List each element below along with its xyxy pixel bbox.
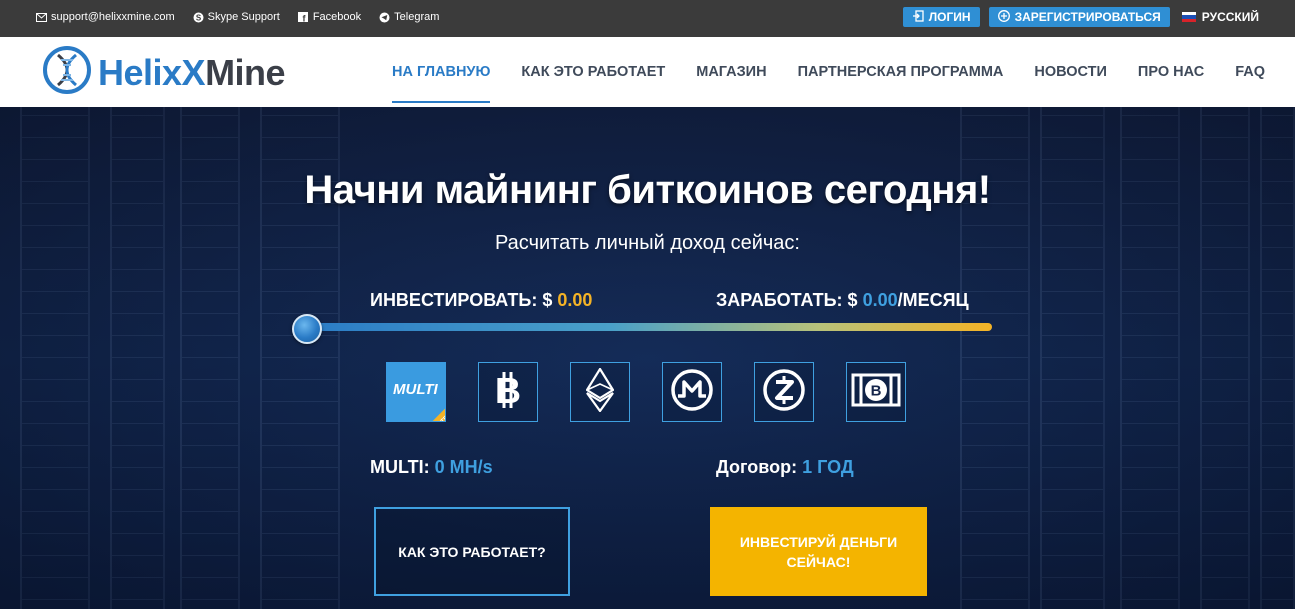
login-icon (912, 9, 924, 25)
investment-slider-track[interactable] (300, 323, 992, 331)
invest-now-button[interactable]: ИНВЕСТИРУЙ ДЕНЬГИ СЕЙЧАС! (710, 507, 927, 596)
telegram-icon (379, 12, 390, 23)
facebook-text: Facebook (312, 11, 362, 23)
dna-logo-icon (42, 45, 92, 100)
email-link[interactable]: support@helixxmine.com (36, 11, 175, 23)
hashrate-info: MULTI: 0 MH/s (370, 457, 493, 478)
site-logo[interactable]: HelixXMine (42, 45, 286, 100)
nav-news[interactable]: НОВОСТИ (1034, 37, 1107, 107)
earn-label: ЗАРАБОТАТЬ: $ (716, 290, 858, 310)
how-it-works-button[interactable]: КАК ЭТО РАБОТАЕТ? (374, 507, 570, 596)
multi-label: MULTI (393, 381, 438, 398)
nav-about[interactable]: ПРО НАС (1138, 37, 1204, 107)
bitcoin-icon: B (491, 370, 525, 415)
coin-ethereum[interactable] (570, 362, 630, 422)
email-text: support@helixxmine.com (51, 11, 175, 23)
nav-faq[interactable]: FAQ (1235, 37, 1265, 107)
skype-icon: S (193, 12, 204, 23)
logo-wordmark: HelixXMine (98, 51, 286, 94)
telegram-link[interactable]: Telegram (379, 11, 439, 23)
envelope-icon (36, 12, 47, 23)
invest-label: ИНВЕСТИРОВАТЬ: $ (370, 290, 553, 310)
facebook-icon: f (298, 12, 309, 23)
earn-value: 0.00 (862, 290, 898, 310)
zcash-icon (762, 368, 806, 417)
register-label: ЗАРЕГИСТРИРОВАТЬСЯ (1014, 10, 1161, 24)
monero-icon (670, 368, 714, 417)
skype-text: Skype Support (207, 11, 280, 23)
coin-bitcoin[interactable]: B (478, 362, 538, 422)
register-button[interactable]: ЗАРЕГИСТРИРОВАТЬСЯ (988, 7, 1170, 27)
language-selector[interactable]: РУССКИЙ (1181, 10, 1259, 24)
login-button[interactable]: ЛОГИН (902, 7, 980, 27)
coin-monero[interactable] (662, 362, 722, 422)
russia-flag-icon (1181, 12, 1196, 22)
telegram-text: Telegram (394, 11, 440, 23)
hashrate-value: 0 MH/s (434, 457, 493, 477)
logo-part-x: X (181, 51, 206, 93)
svg-text:B: B (495, 370, 521, 410)
hero-subtitle: Расчитать личный доход сейчас: (495, 232, 800, 254)
hero-section: Начни майнинг биткоинов сегодня! Расчита… (0, 107, 1295, 609)
coin-selector: MULTI LIMITED OFFER B (386, 362, 906, 422)
skype-link[interactable]: S Skype Support (193, 11, 280, 23)
investment-slider-handle[interactable] (292, 314, 322, 344)
svg-text:B: B (871, 382, 882, 399)
hashrate-label: MULTI: (370, 457, 430, 477)
language-label: РУССКИЙ (1201, 10, 1259, 24)
plus-circle-icon (997, 9, 1010, 25)
main-navbar: HelixXMine НА ГЛАВНУЮ КАК ЭТО РАБОТАЕТ М… (0, 37, 1295, 107)
invest-value: 0.00 (557, 290, 593, 310)
coin-multi[interactable]: MULTI LIMITED OFFER (386, 362, 446, 422)
earn-unit: /МЕСЯЦ (897, 290, 969, 310)
main-menu: НА ГЛАВНУЮ КАК ЭТО РАБОТАЕТ МАГАЗИН ПАРТ… (392, 37, 1265, 107)
coin-bitcoin-cash[interactable]: B (846, 362, 906, 422)
nav-shop[interactable]: МАГАЗИН (696, 37, 766, 107)
contact-links: support@helixxmine.com S Skype Support f… (36, 11, 439, 23)
contract-value: 1 ГОД (802, 457, 854, 477)
invest-amount: ИНВЕСТИРОВАТЬ: $ 0.00 (370, 290, 592, 311)
svg-text:S: S (196, 13, 202, 22)
ethereum-icon (585, 366, 615, 417)
contract-info: Договор: 1 ГОД (716, 457, 854, 478)
nav-how-it-works[interactable]: КАК ЭТО РАБОТАЕТ (521, 37, 665, 107)
hero-title: Начни майнинг биткоинов сегодня! (304, 168, 991, 212)
logo-part-mine: Mine (205, 51, 286, 93)
nav-home[interactable]: НА ГЛАВНУЮ (392, 37, 491, 107)
logo-part-helix: Helix (98, 51, 182, 93)
earn-amount: ЗАРАБОТАТЬ: $ 0.00/МЕСЯЦ (716, 290, 969, 311)
nav-affiliate[interactable]: ПАРТНЕРСКАЯ ПРОГРАММА (798, 37, 1004, 107)
top-bar: support@helixxmine.com S Skype Support f… (0, 0, 1295, 37)
contract-label: Договор: (716, 457, 798, 477)
coin-zcash[interactable] (754, 362, 814, 422)
login-label: ЛОГИН (928, 10, 971, 24)
account-actions: ЛОГИН ЗАРЕГИСТРИРОВАТЬСЯ РУССКИЙ (902, 7, 1259, 27)
bitcoin-cash-icon: B (851, 373, 901, 412)
facebook-link[interactable]: f Facebook (298, 11, 361, 23)
